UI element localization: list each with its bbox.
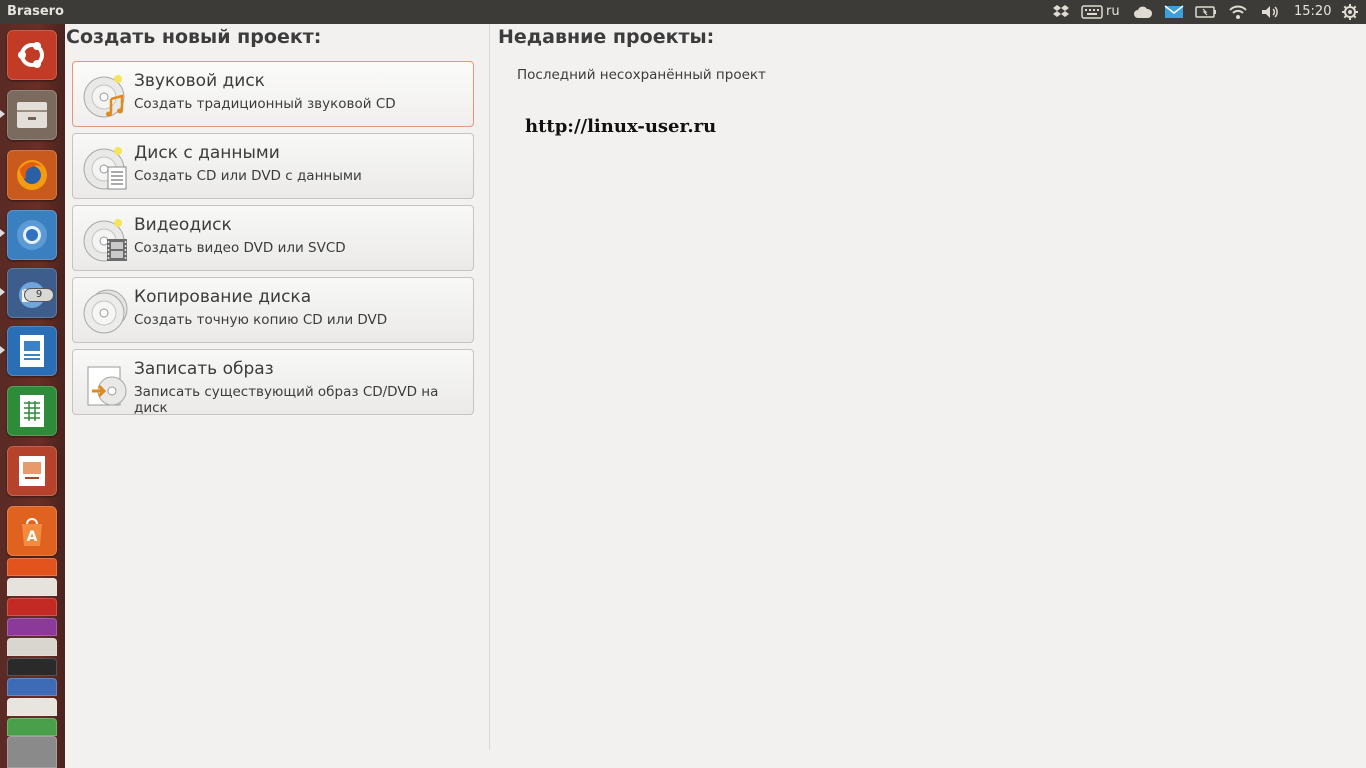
- wifi-icon[interactable]: [1226, 0, 1250, 24]
- ubuntu-one-icon[interactable]: [7, 558, 57, 576]
- launcher: 9 A: [0, 24, 65, 768]
- recent-projects-heading: Недавние проекты:: [498, 26, 715, 48]
- gear-icon[interactable]: [1338, 0, 1362, 24]
- volume-icon[interactable]: [1258, 0, 1282, 24]
- cloud-icon[interactable]: [1131, 0, 1155, 24]
- pane-divider[interactable]: [489, 24, 490, 750]
- recent-project-item[interactable]: Последний несохранённый проект: [517, 67, 766, 83]
- audio-project-button[interactable]: Звуковой диск Создать традиционный звуко…: [72, 61, 474, 127]
- ebay-icon[interactable]: [7, 678, 57, 696]
- data-disc-icon: [82, 141, 132, 193]
- gmail-icon[interactable]: [7, 698, 57, 716]
- mail-icon[interactable]: [1162, 0, 1186, 24]
- data-project-title: Диск с данными: [134, 143, 280, 163]
- watermark-url: http://linux-user.ru: [525, 116, 717, 137]
- copy-disc-title: Копирование диска: [134, 287, 312, 307]
- video-project-subtitle: Создать видео DVD или SVCD: [134, 240, 346, 256]
- burn-image-button[interactable]: Записать образ Записать существующий обр…: [72, 349, 474, 416]
- ubuntu-dash-icon[interactable]: [7, 30, 57, 80]
- libreoffice-writer-icon[interactable]: [7, 326, 57, 376]
- data-project-button[interactable]: Диск с данными Создать CD или DVD с данн…: [72, 133, 474, 199]
- youtube-icon[interactable]: [7, 658, 57, 676]
- audio-disc-icon: [82, 69, 132, 121]
- data-project-subtitle: Создать CD или DVD с данными: [134, 168, 362, 184]
- battery-icon[interactable]: [1194, 0, 1218, 24]
- copy-disc-icon: [82, 285, 132, 337]
- libreoffice-calc-icon[interactable]: [7, 386, 57, 436]
- audio-project-subtitle: Создать традиционный звуковой CD: [134, 96, 396, 112]
- video-disc-icon: [82, 213, 132, 265]
- stacked-app-icon[interactable]: [7, 638, 57, 656]
- burn-image-title: Записать образ: [134, 359, 274, 379]
- launcher-running-indicator: [0, 346, 5, 354]
- clock[interactable]: 15:20: [1294, 4, 1331, 19]
- brasero-main: Создать новый проект: Недавние проекты: …: [65, 24, 1366, 768]
- launcher-running-indicator: [0, 110, 5, 118]
- app-title: Brasero: [7, 4, 64, 19]
- new-project-heading: Создать новый проект:: [66, 26, 322, 48]
- stacked-app-icon[interactable]: [7, 718, 57, 736]
- launcher-running-indicator: [0, 288, 5, 296]
- keyboard-layout-label[interactable]: ru: [1106, 4, 1120, 19]
- firefox-icon[interactable]: [7, 150, 57, 200]
- copy-disc-button[interactable]: Копирование диска Создать точную копию C…: [72, 277, 474, 343]
- burn-image-icon: [82, 357, 132, 409]
- launcher-running-indicator: [0, 229, 5, 237]
- thunderbird-unread-badge: 9: [24, 288, 54, 302]
- files-icon[interactable]: [7, 90, 57, 140]
- video-project-title: Видеодиск: [134, 215, 232, 235]
- libreoffice-impress-icon[interactable]: [7, 446, 57, 496]
- audio-project-title: Звуковой диск: [134, 71, 265, 91]
- chromium-icon[interactable]: [7, 210, 57, 260]
- copy-disc-subtitle: Создать точную копию CD или DVD: [134, 312, 388, 328]
- keyboard-icon[interactable]: [1080, 0, 1104, 24]
- printer-icon[interactable]: [7, 736, 57, 768]
- dropbox-icon[interactable]: [1050, 0, 1072, 24]
- burn-image-subtitle: Записать существующий образ CD/DVD на ди…: [134, 384, 439, 416]
- libreoffice-icon[interactable]: [7, 598, 57, 616]
- video-project-button[interactable]: Видеодиск Создать видео DVD или SVCD: [72, 205, 474, 271]
- software-center-icon[interactable]: A: [7, 506, 57, 556]
- amazon-icon[interactable]: [7, 578, 57, 596]
- top-panel: Brasero ru 15:20: [0, 0, 1366, 24]
- svg-text:A: A: [27, 529, 38, 545]
- stacked-app-icon[interactable]: [7, 618, 57, 636]
